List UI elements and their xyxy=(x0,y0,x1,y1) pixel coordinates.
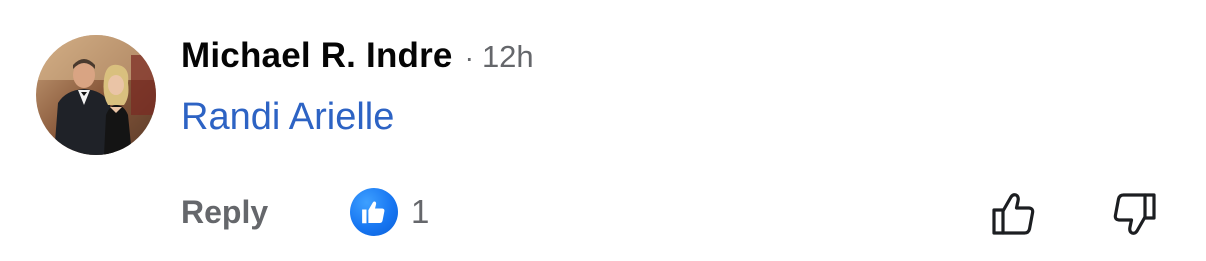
avatar-photo xyxy=(36,35,156,155)
comment-header: Michael R. Indre · 12h xyxy=(181,36,534,76)
mention-link[interactable]: Randi Arielle xyxy=(181,96,394,139)
timestamp[interactable]: 12h xyxy=(482,39,534,75)
reaction-count: 1 xyxy=(411,193,430,230)
thumbs-down-icon[interactable] xyxy=(1110,189,1160,239)
author-name[interactable]: Michael R. Indre xyxy=(181,36,453,76)
thumbs-up-icon[interactable] xyxy=(988,189,1038,239)
separator-dot: · xyxy=(464,42,474,73)
comment: Michael R. Indre · 12h Randi Arielle Rep… xyxy=(0,0,1206,261)
reply-button[interactable]: Reply xyxy=(181,194,268,231)
avatar[interactable] xyxy=(36,35,156,155)
like-icon xyxy=(350,188,398,236)
reaction-summary[interactable]: 1 xyxy=(350,188,429,236)
